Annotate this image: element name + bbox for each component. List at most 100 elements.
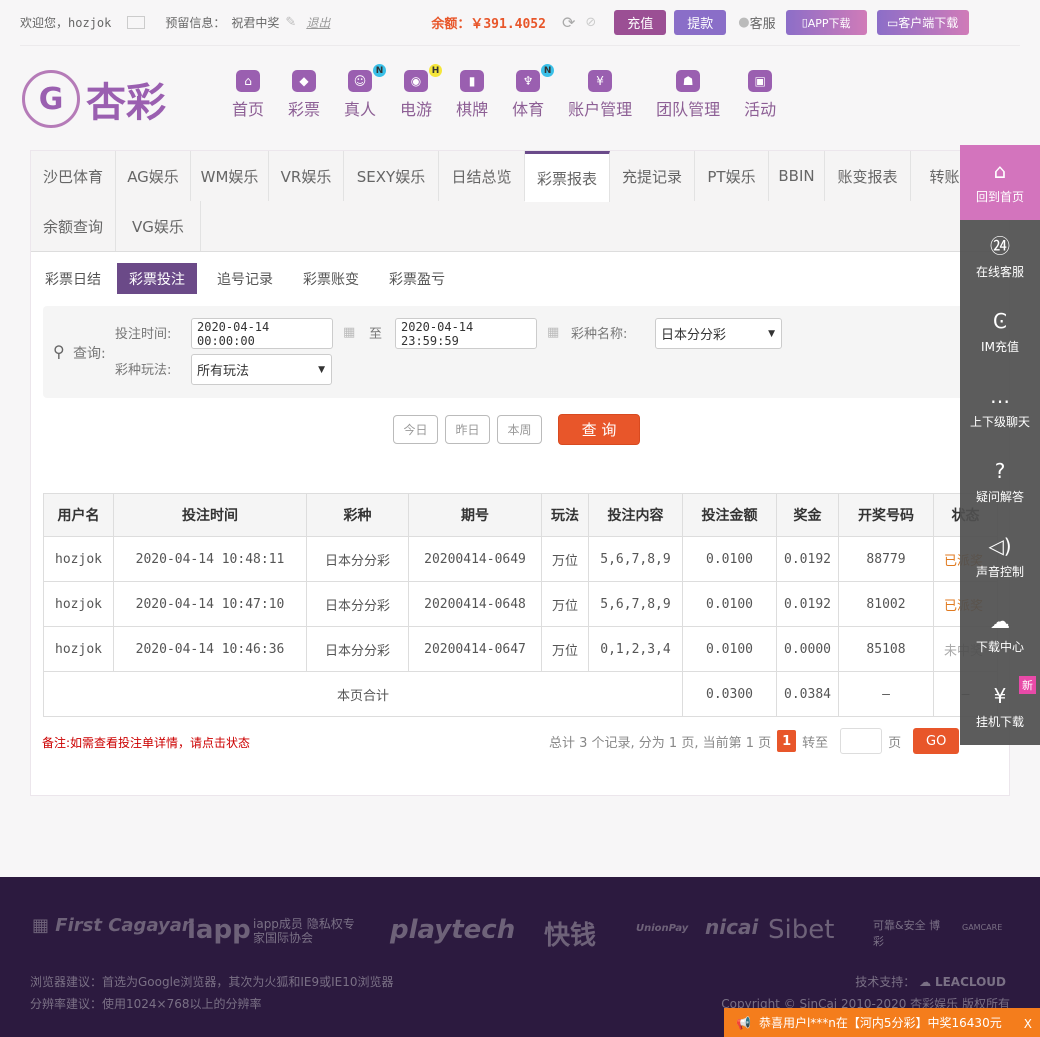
service-icon[interactable]: ● (738, 15, 749, 30)
tab-3[interactable]: VR娱乐 (269, 151, 344, 201)
nav-icon: ☺ (348, 70, 373, 92)
side-home-button[interactable]: ⌂ 回到首页 (960, 145, 1040, 220)
nav-item[interactable]: ◆ 彩票 (288, 70, 320, 120)
side-chat-button[interactable]: … 上下级聊天 (960, 370, 1040, 445)
hide-balance-icon[interactable]: ⊘ (585, 15, 596, 30)
edit-icon[interactable]: ✎ (285, 15, 296, 30)
top-bar: 欢迎您， hozjok 预留信息： 祝君中奖 ✎ 退出 余额： ￥391.405… (20, 0, 1020, 46)
go-button[interactable]: GO (913, 728, 960, 754)
nav-item[interactable]: ▮ 棋牌 (456, 70, 488, 120)
service-link[interactable]: 客服 (750, 13, 776, 32)
money-bag-icon: ¥ (993, 684, 1007, 708)
side-speaker-button[interactable]: ◁) 声音控制 (960, 520, 1040, 595)
home-icon: ⌂ (993, 159, 1007, 183)
tab-2[interactable]: WM娱乐 (191, 151, 269, 201)
subtab-3[interactable]: 彩票账变 (291, 263, 371, 294)
subtab-1[interactable]: 彩票投注 (117, 263, 197, 294)
tab-6[interactable]: 彩票报表 (525, 151, 610, 202)
client-download-button[interactable]: ▭ 客户端下载 (876, 10, 969, 35)
play-select[interactable]: 所有玩法 ▼ (191, 354, 332, 385)
subtab-2[interactable]: 追号记录 (205, 263, 285, 294)
side-cloud-download-button[interactable]: ☁ 下载中心 (960, 595, 1040, 670)
main-nav: ⌂ 首页 ◆ 彩票 ☺ 真人 N ◉ 电游 H ▮ 棋牌 ♆ 体育 N ¥ 账户管理 ☗ 团队管理 ▣ 活动 (232, 64, 800, 120)
end-time-input[interactable]: 2020-04-14 23:59:59 (395, 318, 537, 349)
side-toolbar: ⌂ 回到首页㉔在线客服 Ͼ IM充值 … 上下级聊天? 疑问解答 ◁) 声音控制 ☁ 下载中心 ¥ 挂机… (960, 145, 1040, 745)
search-button[interactable]: 查 询 (558, 414, 640, 445)
tab-12[interactable]: 余额查询 (31, 201, 116, 251)
table-cell: 2020-04-14 10:46:36 (113, 626, 307, 672)
tab-9[interactable]: BBIN (769, 151, 825, 201)
tab-1[interactable]: AG娱乐 (116, 151, 191, 201)
nav-label: 体育 (512, 100, 545, 119)
side-question-button[interactable]: ? 疑问解答 (960, 445, 1040, 520)
subtab-4[interactable]: 彩票盈亏 (377, 263, 457, 294)
tab-10[interactable]: 账变报表 (825, 151, 911, 201)
calendar-icon[interactable]: ▦ (343, 325, 355, 340)
nav-badge: N (373, 64, 387, 77)
goto-page-input[interactable] (840, 728, 883, 754)
report-panel: 沙巴体育 AG娱乐 WM娱乐 VR娱乐 SEXY娱乐 日结总览 彩票报表 充提记录 PT娱乐 BB… (30, 150, 1010, 796)
first-cagayan-logo: ▦ First Cagayan (32, 915, 195, 936)
page-1-button[interactable]: 1 (777, 730, 797, 752)
deposit-button[interactable]: 充值 (614, 10, 667, 35)
nicai-logo: nicai (705, 915, 759, 939)
table-cell: 万位 (541, 626, 589, 672)
tab-8[interactable]: PT娱乐 (695, 151, 769, 201)
this-week-button[interactable]: 本周 (497, 415, 542, 444)
withdraw-button[interactable]: 提款 (674, 10, 727, 35)
note-text: 备注:如需查看投注单详情，请点击状态 (42, 736, 251, 750)
yesterday-button[interactable]: 昨日 (445, 415, 490, 444)
kuaiqian-logo: 快钱 (544, 921, 597, 951)
tab-0[interactable]: 沙巴体育 (31, 151, 116, 201)
today-button[interactable]: 今日 (393, 415, 438, 444)
app-download-button[interactable]: ▯ APP下载 (785, 10, 867, 35)
nav-item[interactable]: ¥ 账户管理 (568, 70, 632, 120)
logout-link[interactable]: 退出 (306, 14, 330, 31)
tab-5[interactable]: 日结总览 (439, 151, 525, 201)
table-cell: 0.0192 (776, 581, 839, 627)
table-cell: 20200414-0647 (408, 626, 542, 672)
query-label: 查询: (73, 346, 106, 362)
balance-value: ￥391.4052 (470, 17, 546, 32)
nav-item[interactable]: ☺ 真人 N (344, 64, 387, 120)
nav-item[interactable]: ▣ 活动 (744, 70, 776, 120)
column-header: 用户名 (43, 493, 114, 537)
table-cell: 日本分分彩 (306, 536, 409, 582)
close-notification-button[interactable]: X (1024, 1017, 1032, 1031)
side-headset-24-button[interactable]: ㉔在线客服 (960, 220, 1040, 295)
side-label: IM充值 (981, 340, 1019, 354)
table-cell: 81002 (838, 581, 934, 627)
welcome-text: 欢迎您， (20, 16, 69, 30)
nav-badge: N (541, 64, 555, 77)
nav-item[interactable]: ♆ 体育 N (512, 64, 555, 120)
iapp-logo: iapp (187, 915, 251, 945)
table-cell: 0.0100 (682, 581, 777, 627)
nav-item[interactable]: ◉ 电游 H (400, 64, 443, 120)
refresh-icon[interactable]: ⟳ (562, 13, 575, 32)
logo[interactable]: G 杏彩 (22, 70, 166, 128)
nav-label: 棋牌 (456, 100, 489, 119)
win-notification: 📢 恭喜用户l***n在【河内5分彩】中奖16430元 X (724, 1008, 1040, 1037)
table-cell: 0.0100 (682, 626, 777, 672)
tab-7[interactable]: 充提记录 (610, 151, 695, 201)
tech-support: 技术支持： ☁ LEACLOUD (855, 973, 1006, 990)
column-header: 玩法 (541, 493, 589, 537)
start-time-input[interactable]: 2020-04-14 00:00:00 (191, 318, 333, 349)
dropdown-arrow-icon: ▼ (318, 364, 325, 375)
subtab-0[interactable]: 彩票日结 (33, 263, 113, 294)
table-cell: 85108 (838, 626, 934, 672)
nav-item[interactable]: ☗ 团队管理 (656, 70, 720, 120)
nav-item[interactable]: ⌂ 首页 (232, 70, 264, 120)
side-money-bag-button[interactable]: ¥ 挂机下载 新 (960, 670, 1040, 745)
table-row: hozjok 2020-04-14 10:48:11 日本分分彩 20200414-0… (43, 536, 998, 582)
column-header: 奖金 (776, 493, 839, 537)
tab-4[interactable]: SEXY娱乐 (344, 151, 439, 201)
total-row: 本页合计0.03000.0384—— (43, 671, 998, 717)
total-label: 本页合计 (43, 671, 683, 717)
side-im-button[interactable]: Ͼ IM充值 (960, 295, 1040, 370)
lottery-select[interactable]: 日本分分彩 ▼ (655, 318, 782, 349)
bets-table: 用户名投注时间彩种期号玩法投注内容投注金额奖金开奖号码状态 hozjok2020… (43, 493, 998, 717)
calendar-icon[interactable]: ▦ (547, 325, 559, 340)
mail-icon[interactable] (127, 16, 146, 29)
tab-13[interactable]: VG娱乐 (116, 201, 201, 251)
